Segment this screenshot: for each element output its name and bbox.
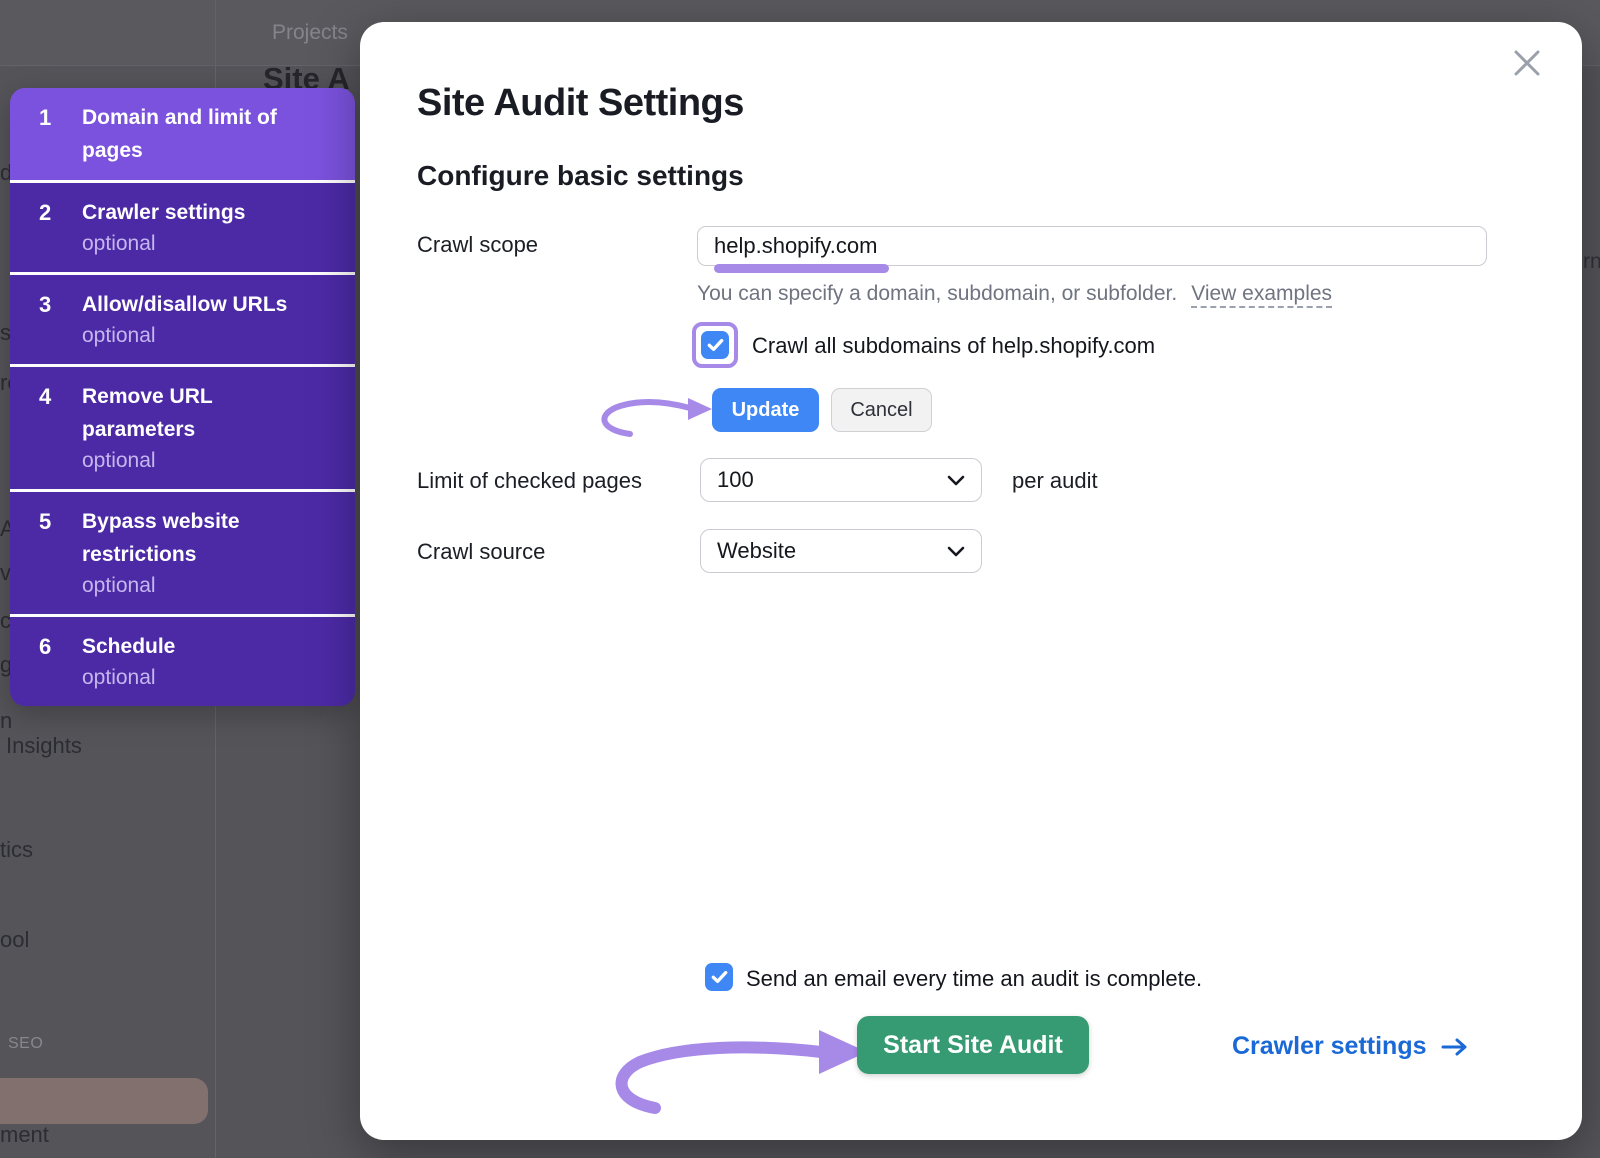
- step-number: 4: [10, 380, 82, 476]
- step-number: 1: [10, 101, 82, 167]
- chevron-down-icon: [947, 546, 965, 557]
- background-right-fragment: rn: [1583, 250, 1600, 274]
- step-label: Allow/disallow URLs: [82, 288, 307, 321]
- step-optional-tag: optional: [82, 663, 322, 693]
- step-number: 2: [10, 196, 82, 259]
- crawl-subdomains-label: Crawl all subdomains of help.shopify.com: [752, 333, 1155, 359]
- email-notify-label: Send an email every time an audit is com…: [746, 966, 1202, 992]
- limit-suffix: per audit: [1012, 468, 1098, 494]
- limit-select-value: 100: [717, 467, 754, 493]
- update-button[interactable]: Update: [712, 388, 819, 432]
- step-bypass-website-restrictions[interactable]: 5 Bypass website restrictions optional: [10, 489, 355, 614]
- sidebar-section-label: SEO: [8, 1035, 43, 1053]
- crawl-scope-label: Crawl scope: [417, 232, 538, 258]
- step-optional-tag: optional: [82, 446, 322, 476]
- step-optional-tag: optional: [82, 229, 322, 259]
- start-site-audit-button[interactable]: Start Site Audit: [857, 1016, 1089, 1074]
- breadcrumb: Projects: [272, 21, 348, 45]
- crawl-scope-input[interactable]: [697, 226, 1487, 266]
- check-icon: [707, 338, 724, 352]
- crawl-subdomains-checkbox[interactable]: [701, 331, 729, 359]
- annotation-arrow-update: [588, 378, 723, 440]
- close-icon[interactable]: [1510, 46, 1544, 80]
- email-notify-checkbox[interactable]: [705, 963, 733, 991]
- crawl-scope-help-text: You can specify a domain, subdomain, or …: [697, 282, 1177, 305]
- cancel-button[interactable]: Cancel: [831, 388, 932, 432]
- arrow-right-icon: [1441, 1037, 1469, 1057]
- check-icon: [711, 970, 728, 984]
- chevron-down-icon: [947, 475, 965, 486]
- crawler-settings-link-label: Crawler settings: [1232, 1032, 1427, 1061]
- nav-fragment: n: [0, 708, 12, 734]
- step-label: Schedule: [82, 630, 307, 663]
- step-optional-tag: optional: [82, 321, 322, 351]
- screen: Projects Site A d s rc AP vi c g n Insig…: [0, 0, 1600, 1158]
- step-remove-url-parameters[interactable]: 4 Remove URL parameters optional: [10, 364, 355, 489]
- settings-steps-panel: 1 Domain and limit of pages 2 Crawler se…: [10, 88, 355, 706]
- view-examples-link[interactable]: View examples: [1191, 282, 1332, 308]
- modal-title: Site Audit Settings: [417, 82, 744, 125]
- limit-label: Limit of checked pages: [417, 468, 642, 494]
- crawler-settings-link[interactable]: Crawler settings: [1232, 1032, 1469, 1061]
- annotation-arrow-start: [605, 1022, 875, 1140]
- crawl-source-select[interactable]: Website: [700, 529, 982, 573]
- step-schedule[interactable]: 6 Schedule optional: [10, 614, 355, 706]
- section-heading: Configure basic settings: [417, 160, 744, 192]
- sidebar-item-tics: tics: [0, 837, 33, 863]
- crawl-source-label: Crawl source: [417, 539, 545, 565]
- step-label: Crawler settings: [82, 196, 307, 229]
- step-domain-and-limit[interactable]: 1 Domain and limit of pages: [10, 88, 355, 180]
- step-number: 6: [10, 630, 82, 693]
- annotation-highlight-box: [692, 322, 738, 368]
- step-label: Domain and limit of pages: [82, 101, 307, 167]
- step-label: Bypass website restrictions: [82, 505, 307, 571]
- crawl-source-value: Website: [717, 538, 796, 564]
- step-crawler-settings[interactable]: 2 Crawler settings optional: [10, 180, 355, 272]
- limit-select[interactable]: 100: [700, 458, 982, 502]
- annotation-underline: [714, 264, 889, 273]
- step-label: Remove URL parameters: [82, 380, 307, 446]
- sidebar-item-ment: ment: [0, 1122, 49, 1148]
- step-number: 5: [10, 505, 82, 601]
- step-number: 3: [10, 288, 82, 351]
- sidebar-item-insights: Insights: [6, 733, 82, 759]
- step-optional-tag: optional: [82, 571, 322, 601]
- site-audit-settings-modal: Site Audit Settings Configure basic sett…: [360, 22, 1582, 1140]
- step-allow-disallow-urls[interactable]: 3 Allow/disallow URLs optional: [10, 272, 355, 364]
- sidebar-highlighted-item: [0, 1078, 208, 1124]
- sidebar-item-ool: ool: [0, 927, 29, 953]
